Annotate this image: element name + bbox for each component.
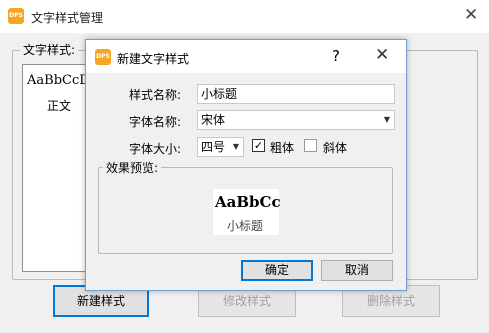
dialog-app-icon: DPS	[95, 49, 111, 65]
style-name-text[interactable]: 正文	[47, 97, 71, 114]
dialog-close-icon[interactable]: ✕	[375, 44, 389, 66]
main-window-title: 文字样式管理	[31, 11, 104, 25]
preview-sample-text: AaBbCc	[215, 193, 281, 211]
font-name-value: 宋体	[201, 113, 226, 127]
preview-style-name: 小标题	[227, 219, 264, 233]
checkmark-icon: ✓	[253, 139, 264, 152]
dialog-title: 新建文字样式	[117, 52, 190, 66]
italic-checkbox[interactable]	[304, 139, 317, 152]
bold-label[interactable]: 粗体	[270, 139, 294, 156]
font-name-dropdown[interactable]: 宋体 ▼	[197, 110, 395, 130]
font-size-dropdown[interactable]: 四号 ▼	[197, 137, 244, 157]
italic-label[interactable]: 斜体	[323, 139, 347, 156]
new-style-dialog: DPS 新建文字样式 ? ✕ 样式名称: 小标题 字体名称: 宋体 ▼ 字体大小…	[85, 39, 407, 291]
styles-list[interactable]	[22, 64, 92, 272]
style-name-input[interactable]: 小标题	[197, 84, 395, 104]
style-name-label: 样式名称:	[129, 88, 182, 102]
main-window-close-icon[interactable]: ✕	[464, 4, 478, 26]
font-size-value: 四号	[201, 140, 226, 154]
app-icon: DPS	[8, 8, 24, 24]
styles-group-label: 文字样式:	[20, 41, 79, 58]
cancel-button[interactable]: 取消	[321, 260, 393, 281]
bold-checkbox[interactable]: ✓	[252, 139, 265, 152]
chevron-down-icon: ▼	[232, 142, 239, 151]
ok-button[interactable]: 确定	[241, 260, 313, 281]
help-icon[interactable]: ?	[332, 46, 340, 66]
font-size-label: 字体大小:	[129, 142, 182, 156]
chevron-down-icon: ▼	[383, 115, 390, 124]
font-name-label: 字体名称:	[129, 115, 182, 129]
preview-group-label: 效果预览:	[103, 159, 162, 176]
